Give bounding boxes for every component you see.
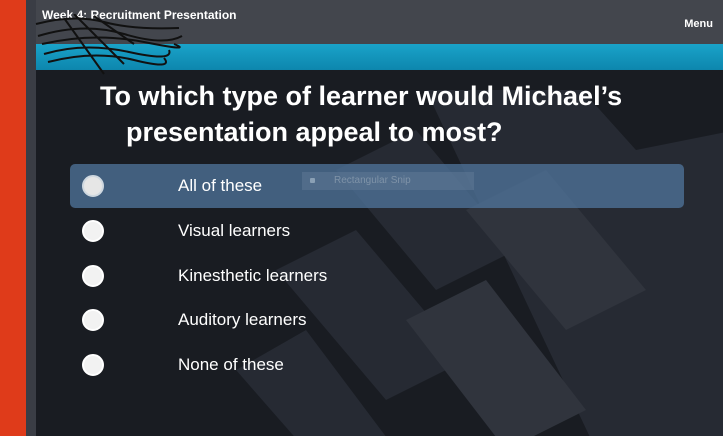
snip-tooltip: Rectangular Snip xyxy=(302,172,474,190)
option-visual-learners[interactable]: Visual learners xyxy=(70,209,684,253)
question-line-1: To which type of learner would Michael’s xyxy=(100,81,623,111)
option-none-of-these[interactable]: None of these xyxy=(70,343,684,387)
menu-button[interactable]: Menu xyxy=(684,18,713,30)
scribble-redaction xyxy=(35,14,183,75)
option-label: All of these xyxy=(178,176,263,195)
radio-button[interactable] xyxy=(82,309,104,331)
question-text: To which type of learner would Michael’s… xyxy=(100,78,700,150)
left-accent-strip xyxy=(0,0,26,436)
tooltip-text: Rectangular Snip xyxy=(334,175,411,186)
option-kinesthetic-learners[interactable]: Kinesthetic learners xyxy=(70,254,684,298)
snip-icon xyxy=(310,178,315,183)
radio-button[interactable] xyxy=(82,354,104,376)
radio-button[interactable] xyxy=(82,220,104,242)
option-label: Kinesthetic learners xyxy=(178,266,328,285)
option-auditory-learners[interactable]: Auditory learners xyxy=(70,298,684,342)
option-label: Visual learners xyxy=(178,221,291,240)
option-label: Auditory learners xyxy=(178,310,307,329)
option-label: None of these xyxy=(178,355,284,374)
question-line-2: presentation appeal to most? xyxy=(126,117,503,147)
radio-button[interactable] xyxy=(82,175,104,197)
radio-button[interactable] xyxy=(82,265,104,287)
